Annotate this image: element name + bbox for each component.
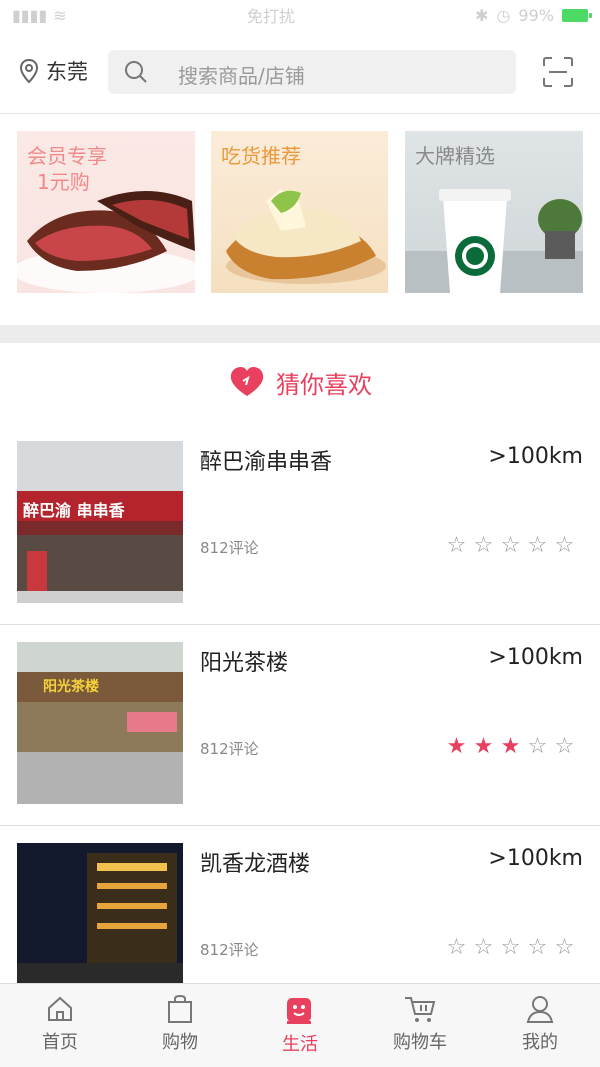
shop-thumbnail: 阳光茶楼	[17, 642, 183, 804]
shop-name: 凯香龙酒楼	[200, 852, 311, 877]
star-empty-icon: ☆	[473, 533, 494, 558]
cup-smile-icon	[287, 998, 311, 1024]
star-empty-icon: ☆	[527, 533, 548, 558]
banner-foodie-picks[interactable]: 吃货推荐	[211, 131, 388, 293]
review-count: 812评论	[200, 539, 259, 557]
heart-icon	[230, 367, 264, 396]
status-bar: ▮▮▮▮ ≋ 免打扰 ✱ ◷ 99%	[0, 0, 600, 30]
restaurant-photo	[17, 843, 183, 1005]
shop-distance: >100km	[488, 846, 583, 871]
star-rating: ☆ ☆ ☆ ☆ ☆	[445, 937, 576, 959]
review-count: 812评论	[200, 740, 259, 758]
search-icon	[125, 61, 147, 83]
wifi-icon: ≋	[53, 5, 67, 25]
city-label: 东莞	[46, 60, 88, 84]
tab-life[interactable]: 生活	[240, 984, 360, 1067]
star-empty-icon: ☆	[473, 935, 494, 960]
promo-banners: 会员专享 1元购 吃货推荐 大牌精选	[0, 115, 600, 325]
star-empty-icon: ☆	[500, 935, 521, 960]
star-filled-icon: ★	[446, 734, 467, 759]
status-left: ▮▮▮▮ ≋	[12, 6, 67, 25]
star-empty-icon: ☆	[554, 734, 575, 759]
tab-home[interactable]: 首页	[0, 984, 120, 1067]
home-icon	[48, 996, 72, 1021]
tab-label: 首页	[42, 1032, 78, 1053]
shop-distance: >100km	[488, 444, 583, 469]
steak-image	[17, 191, 195, 293]
tab-label: 购物	[162, 1032, 198, 1053]
shop-thumbnail: 醉巴渝 串串香	[17, 441, 183, 603]
location-selector[interactable]: 东莞	[18, 56, 88, 86]
tab-me[interactable]: 我的	[480, 984, 600, 1067]
star-empty-icon: ☆	[554, 533, 575, 558]
cart-icon	[405, 997, 436, 1022]
section-header: 猜你喜欢	[0, 360, 600, 404]
shop-distance: >100km	[488, 645, 583, 670]
list-item[interactable]: 醉巴渝 串串香 醉巴渝串串香 >100km 812评论 ☆ ☆ ☆ ☆ ☆	[0, 424, 600, 625]
bread-dessert-image	[226, 189, 386, 284]
star-empty-icon: ☆	[554, 935, 575, 960]
star-empty-icon: ☆	[446, 935, 467, 960]
search-input[interactable]: 搜索商品/店铺	[108, 50, 516, 94]
status-right: ✱ ◷ 99%	[475, 5, 592, 25]
review-count: 812评论	[200, 941, 259, 959]
shopping-bag-icon	[168, 994, 192, 1023]
section-title: 猜你喜欢	[276, 370, 372, 399]
battery-icon	[561, 8, 592, 22]
section-divider	[0, 325, 600, 343]
restaurant-photo	[17, 441, 183, 603]
battery-percent: 99%	[518, 5, 554, 25]
star-empty-icon: ☆	[527, 734, 548, 759]
shop-list: 醉巴渝 串串香 醉巴渝串串香 >100km 812评论 ☆ ☆ ☆ ☆ ☆ 阳光茶楼 阳…	[0, 424, 600, 1027]
shop-thumbnail	[17, 843, 183, 1005]
scan-icon[interactable]	[540, 54, 576, 90]
banner-brand-selection[interactable]: 大牌精选	[405, 131, 583, 293]
restaurant-photo	[17, 642, 183, 804]
signal-icon: ▮▮▮▮	[12, 5, 48, 25]
tab-cart[interactable]: 购物车	[360, 984, 480, 1067]
shop-sign-text: 阳光茶楼	[43, 679, 99, 695]
tab-label: 生活	[282, 1034, 318, 1055]
star-filled-icon: ★	[473, 734, 494, 759]
shop-name: 醉巴渝串串香	[200, 450, 333, 475]
star-empty-icon: ☆	[527, 935, 548, 960]
coffee-cup-image	[405, 189, 583, 293]
alarm-icon: ◷	[496, 5, 511, 25]
shop-sign-text: 醉巴渝 串串香	[23, 501, 125, 520]
user-icon	[526, 996, 554, 1023]
list-item[interactable]: 阳光茶楼 阳光茶楼 >100km 812评论 ★ ★ ★ ☆ ☆	[0, 625, 600, 826]
header: 东莞 搜索商品/店铺	[0, 30, 600, 114]
status-center-text: 免打扰	[246, 7, 295, 26]
location-pin-icon	[19, 58, 39, 84]
bottom-tab-bar: 首页 购物 生活 购物车 我的	[0, 983, 600, 1067]
star-empty-icon: ☆	[446, 533, 467, 558]
star-empty-icon: ☆	[500, 533, 521, 558]
star-filled-icon: ★	[500, 734, 521, 759]
shop-name: 阳光茶楼	[200, 651, 289, 676]
tab-label: 我的	[522, 1032, 558, 1053]
banner-member-deal[interactable]: 会员专享 1元购	[17, 131, 195, 293]
star-rating: ☆ ☆ ☆ ☆ ☆	[445, 535, 576, 557]
star-rating: ★ ★ ★ ☆ ☆	[445, 736, 576, 758]
tab-shopping[interactable]: 购物	[120, 984, 240, 1067]
search-placeholder: 搜索商品/店铺	[178, 64, 305, 88]
bluetooth-icon: ✱	[475, 5, 489, 25]
tab-label: 购物车	[393, 1032, 447, 1053]
